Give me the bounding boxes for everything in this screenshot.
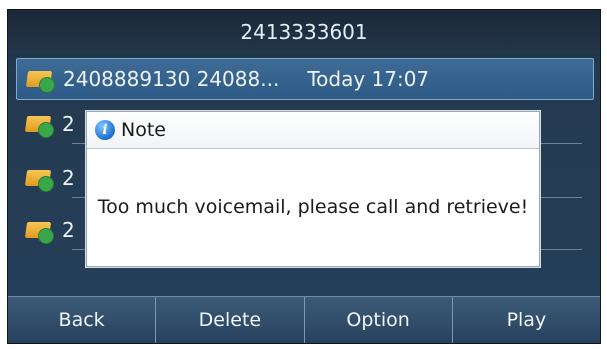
softkey-bar: Back Delete Option Play — [8, 296, 600, 343]
voicemail-icon — [24, 166, 56, 192]
list-item-name: 2 — [62, 112, 75, 136]
note-dialog: i Note Too much voicemail, please call a… — [86, 111, 540, 267]
dialog-message: Too much voicemail, please call and retr… — [97, 196, 529, 218]
list-item-name: 2408889130 24088... — [63, 67, 280, 91]
title-bar: 2413333601 — [8, 10, 600, 54]
list-item-name: 2 — [62, 166, 75, 190]
voicemail-icon — [24, 218, 56, 244]
dialog-body: Too much voicemail, please call and retr… — [87, 148, 539, 266]
info-icon: i — [95, 120, 115, 140]
back-button[interactable]: Back — [8, 297, 157, 343]
dialog-title: Note — [121, 119, 166, 141]
play-button[interactable]: Play — [453, 297, 600, 343]
delete-button[interactable]: Delete — [156, 297, 305, 343]
dialog-header: i Note — [87, 112, 539, 149]
page-title: 2413333601 — [240, 20, 368, 44]
list-item[interactable]: 2408889130 24088... Today 17:07 — [16, 58, 594, 100]
phone-screen: 2413333601 2408889130 24088... Today 17:… — [7, 9, 601, 344]
voicemail-icon — [24, 112, 56, 138]
option-button[interactable]: Option — [305, 297, 453, 343]
voicemail-icon — [25, 67, 57, 93]
list-item-name: 2 — [62, 218, 75, 242]
list-item-time: Today 17:07 — [307, 67, 430, 91]
